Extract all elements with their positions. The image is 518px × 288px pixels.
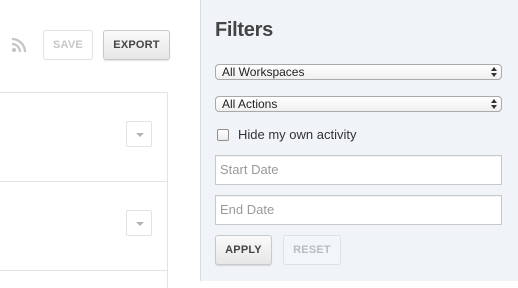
select-arrows-icon [491,99,497,109]
select-arrows-icon [491,67,497,77]
workspace-select-value: All Workspaces [222,65,305,79]
save-button[interactable]: SAVE [43,30,93,60]
list-item [0,182,167,271]
rss-icon[interactable] [11,37,27,53]
start-date-field[interactable]: Start Date [215,155,502,185]
export-button[interactable]: EXPORT [103,30,170,60]
hide-own-activity-checkbox[interactable] [217,128,229,141]
activity-area: SAVE EXPORT [0,0,200,288]
filters-panel: Filters All Workspaces All Actions Hide … [200,0,518,281]
action-select[interactable]: All Actions [215,96,502,112]
activity-list [0,92,168,288]
hide-own-activity-option[interactable]: Hide my own activity [217,127,356,142]
hide-own-activity-label: Hide my own activity [238,127,357,142]
end-date-field[interactable]: End Date [215,195,502,225]
reset-button[interactable]: RESET [283,235,341,265]
chevron-down-icon[interactable] [126,121,152,147]
list-item [0,93,167,182]
chevron-down-icon[interactable] [126,210,152,236]
action-select-value: All Actions [222,97,278,111]
apply-button[interactable]: APPLY [215,235,272,265]
panel-title: Filters [215,19,273,41]
workspace-select[interactable]: All Workspaces [215,64,502,80]
